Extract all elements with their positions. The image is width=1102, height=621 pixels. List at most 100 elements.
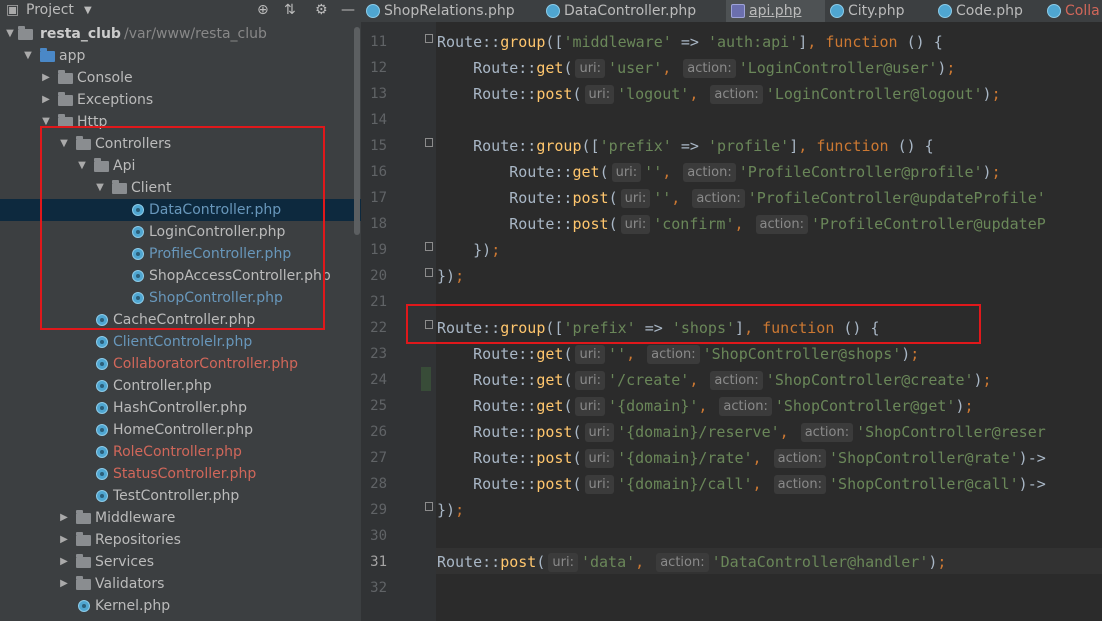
line-number: 18 [370,216,387,232]
code-line[interactable]: Route::get(uri: '/create', action: 'ShopCo… [437,367,992,393]
tree-item-label: RoleController.php [113,444,242,460]
panel-icon: ▣ [6,2,20,18]
code-line[interactable]: Route::get(uri:'user', action: 'LoginCont… [437,55,955,81]
tree-item-statuscontroller[interactable]: StatusController.php [0,463,361,485]
code-line[interactable]: Route::post(uri: '', action: 'ProfileContr… [437,185,1046,211]
code-line[interactable]: Route::post(uri: '{domain}/rate', action:… [437,445,1046,471]
line-number: 13 [370,86,387,102]
code-line[interactable]: }); [437,237,500,263]
code-line[interactable]: Route::post(uri: '{domain}/call', action:… [437,471,1046,497]
vcs-change-marker [421,367,431,391]
locate-icon[interactable]: ⊕ [257,2,269,18]
project-scrollbar[interactable] [354,27,360,235]
hide-icon[interactable]: — [341,2,355,18]
php-class-icon [830,4,844,18]
fold-marker-icon[interactable] [425,138,433,147]
project-panel-header: ▣ Project ▼ ⊕ ⇅ ⚙ — [0,0,361,22]
php-class-icon [96,446,108,458]
tab-label: City.php [848,3,905,19]
collapse-all-icon[interactable]: ⇅ [284,2,296,18]
line-number: 20 [370,268,387,284]
code-line[interactable]: Route::group(['prefix' => 'profile'], fu… [437,133,934,159]
tree-item-collaboratorcontroller[interactable]: CollaboratorController.php [0,353,361,375]
tree-item-services[interactable]: ▶ Services [0,551,361,573]
folder-icon [18,26,33,40]
tree-item-validators[interactable]: ▶ Validators [0,573,361,595]
code-line[interactable]: Route::get(uri: '', action: 'ProfileContro… [437,159,1001,185]
tree-item-label: HashController.php [113,400,247,416]
chevron-down-icon: ▼ [6,28,14,39]
code-line[interactable]: Route::post(uri:'confirm', action: 'Profi… [437,211,1046,237]
chevron-right-icon: ▶ [42,94,50,105]
tab-shoprelations[interactable]: ShopRelations.php [361,0,541,22]
php-class-icon [96,380,108,392]
tab-label: DataController.php [564,3,697,19]
folder-icon [76,510,91,524]
code-line[interactable]: }); [437,497,464,523]
tree-item-repositories[interactable]: ▶ Repositories [0,529,361,551]
chevron-down-icon[interactable]: ▼ [84,5,92,16]
tree-item-kernel[interactable]: Kernel.php [0,595,361,617]
line-number: 21 [370,294,387,310]
line-number: 22 [370,320,387,336]
code-line[interactable]: Route::post(uri: '{domain}/reserve', acti… [437,419,1046,445]
folder-icon [76,532,91,546]
tab-label: api.php [749,3,802,19]
tree-item-label: Services [95,554,155,570]
fold-marker-icon[interactable] [425,242,433,251]
fold-marker-icon[interactable] [425,268,433,277]
tree-item-testcontroller[interactable]: TestController.php [0,485,361,507]
code-line[interactable]: Route::get(uri: '', action: 'ShopControlle… [437,341,919,367]
chevron-right-icon: ▶ [60,578,68,589]
line-number: 31 [370,554,387,570]
tree-item-homecontroller[interactable]: HomeController.php [0,419,361,441]
tab-api[interactable]: api.php [726,0,825,22]
line-number: 24 [370,372,387,388]
gear-icon[interactable]: ⚙ [315,2,328,18]
tab-datacontroller[interactable]: DataController.php [541,0,726,22]
tab-code[interactable]: Code.php [933,0,1042,22]
line-number: 25 [370,398,387,414]
code-line[interactable]: Route::get(uri: '{domain}', action: 'ShopC… [437,393,974,419]
line-number: 26 [370,424,387,440]
fold-marker-icon[interactable] [425,502,433,511]
line-number: 12 [370,60,387,76]
code-line[interactable]: Route::post(uri:'logout', action: 'LoginC… [437,81,1001,107]
tree-item-root[interactable]: ▼ resta_club /var/www/resta_club [0,23,361,45]
tree-item-label: Console [77,70,133,86]
line-number: 14 [370,112,387,128]
folder-icon [58,92,73,106]
tree-item-middleware[interactable]: ▶ Middleware [0,507,361,529]
tree-item-hashcontroller[interactable]: HashController.php [0,397,361,419]
tree-item-exceptions[interactable]: ▶ Exceptions [0,89,361,111]
php-class-icon [96,490,108,502]
annotation-box-controllers [40,126,325,330]
fold-marker-icon[interactable] [425,34,433,43]
php-class-icon [96,336,108,348]
tree-item-controller[interactable]: Controller.php [0,375,361,397]
tree-item-label: ClientControlelr.php [113,334,253,350]
tab-collaborator[interactable]: Colla [1042,0,1102,22]
tree-item-console[interactable]: ▶ Console [0,67,361,89]
tree-item-label: StatusController.php [113,466,257,482]
tree-item-label: CollaboratorController.php [113,356,298,372]
tree-item-label: Controller.php [113,378,212,394]
line-number: 16 [370,164,387,180]
line-number: 29 [370,502,387,518]
line-number: 11 [370,34,387,50]
tree-item-label: app [59,48,86,64]
php-class-icon [1047,4,1061,18]
project-view-selector[interactable]: Project [26,2,74,18]
tree-item-app[interactable]: ▼ app [0,45,361,67]
code-line[interactable]: Route::post(uri:'data', action: 'DataCont… [437,549,946,575]
code-line[interactable]: }); [437,263,464,289]
tree-item-clientcontrolelr[interactable]: ClientControlelr.php [0,331,361,353]
code-line[interactable]: Route::group(['middleware' => 'auth:api'… [437,29,943,55]
tree-item-label: TestController.php [113,488,240,504]
tree-item-rolecontroller[interactable]: RoleController.php [0,441,361,463]
tab-city[interactable]: City.php [825,0,933,22]
php-class-icon [938,4,952,18]
chevron-right-icon: ▶ [60,534,68,545]
tab-label: ShopRelations.php [384,3,515,19]
tree-item-label: HomeController.php [113,422,254,438]
